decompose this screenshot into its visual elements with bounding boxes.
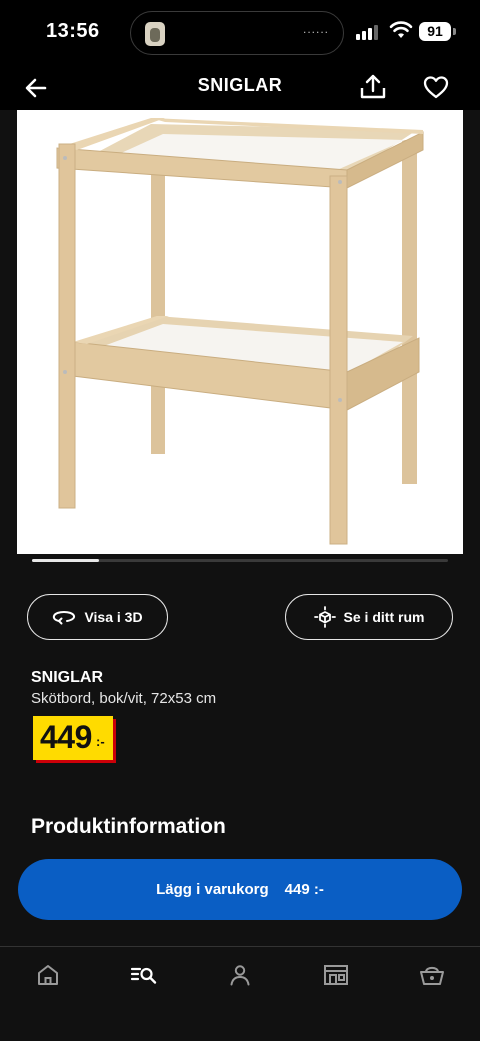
battery-nub xyxy=(453,28,456,35)
add-to-cart-button[interactable]: Lägg i varukorg 449 :- xyxy=(18,859,462,920)
home-icon[interactable] xyxy=(34,961,62,989)
image-carousel-progress xyxy=(32,559,448,562)
profile-icon[interactable] xyxy=(226,961,254,989)
battery-indicator: 91 xyxy=(419,22,451,41)
carousel-progress-fill xyxy=(32,559,99,562)
view-in-3d-label: Visa i 3D xyxy=(84,609,143,625)
island-activity-indicator: ...... xyxy=(302,22,329,36)
rotate-3d-icon xyxy=(53,610,76,625)
view-in-room-label: Se i ditt rum xyxy=(343,609,425,625)
dynamic-island[interactable]: ...... xyxy=(130,11,344,55)
changing-table-illustration xyxy=(56,118,424,545)
price-suffix: :- xyxy=(96,734,105,749)
cellular-signal-icon xyxy=(356,24,382,40)
view-in-3d-button[interactable]: Visa i 3D xyxy=(27,594,168,640)
price-tag: 449 :- xyxy=(33,716,113,760)
add-to-cart-price: 449 :- xyxy=(284,881,324,898)
store-icon[interactable] xyxy=(322,961,350,989)
product-name: SNIGLAR xyxy=(31,669,103,686)
search-list-icon[interactable] xyxy=(130,961,158,989)
price-value: 449 xyxy=(40,719,92,755)
page-title: SNIGLAR xyxy=(197,75,283,95)
bottom-navigation xyxy=(0,946,480,1041)
status-bar: 13:56 ...... 91 xyxy=(0,0,480,66)
now-playing-thumbnail xyxy=(145,22,165,46)
product-image[interactable] xyxy=(17,110,463,554)
product-information-heading[interactable]: Produktinformation xyxy=(31,815,226,839)
app-header: SNIGLAR xyxy=(0,66,480,110)
wifi-icon xyxy=(389,21,413,38)
heart-icon[interactable] xyxy=(421,72,451,102)
add-to-cart-label: Lägg i varukorg xyxy=(156,881,269,898)
product-description: Skötbord, bok/vit, 72x53 cm xyxy=(31,690,217,707)
basket-icon[interactable] xyxy=(418,961,446,989)
status-time: 13:56 xyxy=(46,20,100,42)
share-icon[interactable] xyxy=(358,72,388,102)
ar-cube-icon xyxy=(313,606,336,628)
view-in-room-button[interactable]: Se i ditt rum xyxy=(285,594,453,640)
